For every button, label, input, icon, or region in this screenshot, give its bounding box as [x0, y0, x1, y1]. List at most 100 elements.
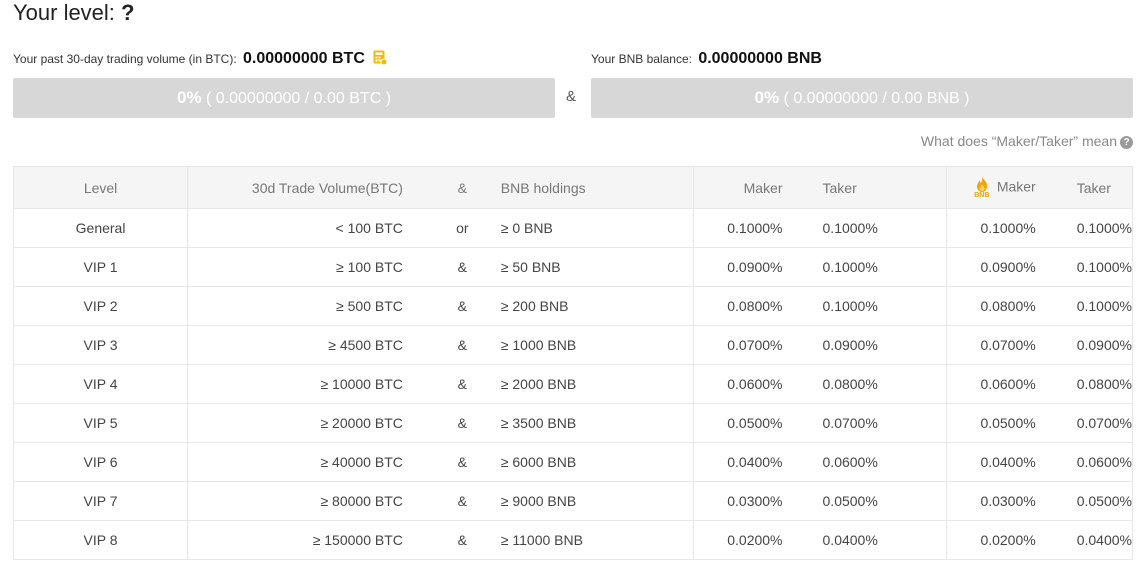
row-operator: & — [423, 442, 501, 482]
volume-progress-bar: 0% ( 0.00000000 / 0.00 BTC ) — [13, 78, 555, 118]
row-volume: < 100 BTC — [187, 208, 424, 248]
row-volume: ≥ 80000 BTC — [187, 481, 424, 521]
row-maker-fee: 0.0400% — [693, 442, 783, 482]
bnb-label: Your BNB balance: — [591, 52, 692, 66]
row-volume: ≥ 20000 BTC — [187, 403, 424, 443]
row-operator: & — [423, 325, 501, 365]
fee-schedule-table: Level 30d Trade Volume(BTC) & BNB holdin… — [13, 166, 1133, 560]
row-maker-fee: 0.0700% — [693, 325, 783, 365]
row-maker-fee: 0.0300% — [693, 481, 783, 521]
row-bnb-taker-fee: 0.0500% — [1035, 481, 1133, 521]
row-volume: ≥ 500 BTC — [187, 286, 424, 326]
row-level: VIP 2 — [13, 286, 189, 326]
row-taker-fee: 0.0400% — [782, 520, 948, 560]
row-volume: ≥ 40000 BTC — [187, 442, 424, 482]
bnb-value: 0.00000000 BNB — [698, 50, 822, 67]
row-bnb-taker-fee: 0.0900% — [1035, 325, 1133, 365]
row-bnb-taker-fee: 0.1000% — [1035, 286, 1133, 326]
row-volume: ≥ 4500 BTC — [187, 325, 424, 365]
row-level: General — [13, 208, 189, 248]
level-label: Your level: — [13, 0, 115, 25]
row-taker-fee: 0.1000% — [782, 208, 948, 248]
row-bnb-holdings: ≥ 2000 BNB — [500, 364, 695, 404]
header-taker: Taker — [782, 166, 948, 209]
row-bnb-holdings: ≥ 50 BNB — [500, 247, 695, 287]
header-level: Level — [13, 166, 189, 209]
row-bnb-maker-fee: 0.0500% — [946, 403, 1036, 443]
question-icon[interactable]: ? — [1120, 136, 1133, 149]
row-bnb-taker-fee: 0.0600% — [1035, 442, 1133, 482]
header-volume: 30d Trade Volume(BTC) — [187, 166, 424, 209]
page-title: Your level: ? — [13, 0, 135, 26]
row-bnb-taker-fee: 0.0400% — [1035, 520, 1133, 560]
header-maker: Maker — [693, 166, 783, 209]
maker-taker-help-link[interactable]: What does “Maker/Taker” mean? — [921, 133, 1133, 149]
header-bnb-maker-label: Maker — [996, 178, 1036, 195]
header-operator: & — [423, 166, 501, 209]
row-volume: ≥ 100 BTC — [187, 247, 424, 287]
bnb-flame-icon: BNB — [973, 175, 991, 201]
row-operator: or — [423, 208, 501, 248]
row-level: VIP 7 — [13, 481, 189, 521]
fee-table-body: General < 100 BTC or ≥ 0 BNB 0.1000% 0.1000% 0… — [13, 208, 1133, 560]
row-bnb-maker-fee: 0.0600% — [946, 364, 1036, 404]
row-operator: & — [423, 286, 501, 326]
row-bnb-taker-fee: 0.0700% — [1035, 403, 1133, 443]
row-maker-fee: 0.0500% — [693, 403, 783, 443]
row-bnb-taker-fee: 0.1000% — [1035, 247, 1133, 287]
level-value: ? — [121, 0, 135, 25]
row-taker-fee: 0.0800% — [782, 364, 948, 404]
row-volume: ≥ 10000 BTC — [187, 364, 424, 404]
volume-label: Your past 30-day trading volume (in BTC)… — [13, 52, 237, 66]
row-level: VIP 5 — [13, 403, 189, 443]
row-taker-fee: 0.0600% — [782, 442, 948, 482]
row-bnb-holdings: ≥ 1000 BNB — [500, 325, 695, 365]
row-level: VIP 3 — [13, 325, 189, 365]
row-operator: & — [423, 481, 501, 521]
row-bnb-taker-fee: 0.1000% — [1035, 208, 1133, 248]
row-level: VIP 8 — [13, 520, 189, 560]
row-bnb-holdings: ≥ 0 BNB — [500, 208, 695, 248]
table-header-row: Level 30d Trade Volume(BTC) & BNB holdin… — [13, 166, 1133, 209]
bnb-progress-detail: ( 0.00000000 / 0.00 BNB ) — [783, 90, 970, 107]
help-link-text[interactable]: What does “Maker/Taker” mean — [921, 133, 1117, 149]
header-bnb-maker: BNB Maker — [946, 166, 1036, 209]
volume-progress-detail: ( 0.00000000 / 0.00 BTC ) — [206, 90, 392, 107]
row-bnb-holdings: ≥ 9000 BNB — [500, 481, 695, 521]
row-bnb-holdings: ≥ 3500 BNB — [500, 403, 695, 443]
row-volume: ≥ 150000 BTC — [187, 520, 424, 560]
table-row: General < 100 BTC or ≥ 0 BNB 0.1000% 0.1000% 0… — [13, 208, 1133, 248]
row-taker-fee: 0.0500% — [782, 481, 948, 521]
row-maker-fee: 0.0800% — [693, 286, 783, 326]
row-maker-fee: 0.0900% — [693, 247, 783, 287]
row-bnb-maker-fee: 0.0400% — [946, 442, 1036, 482]
volume-value: 0.00000000 BTC — [243, 50, 365, 67]
row-maker-fee: 0.1000% — [693, 208, 783, 248]
row-maker-fee: 0.0200% — [693, 520, 783, 560]
table-row: VIP 3 ≥ 4500 BTC & ≥ 1000 BNB 0.0700% 0.0900%… — [13, 325, 1133, 365]
volume-metric: Your past 30-day trading volume (in BTC)… — [13, 49, 388, 69]
row-operator: & — [423, 247, 501, 287]
header-bnb-taker: Taker — [1035, 166, 1133, 209]
table-row: VIP 4 ≥ 10000 BTC & ≥ 2000 BNB 0.0600% 0.0800… — [13, 364, 1133, 404]
header-bnb-holdings: BNB holdings — [500, 166, 695, 209]
row-bnb-maker-fee: 0.0300% — [946, 481, 1036, 521]
table-row: VIP 7 ≥ 80000 BTC & ≥ 9000 BNB 0.0300% 0.0500… — [13, 481, 1133, 521]
bnb-metric: Your BNB balance: 0.00000000 BNB — [591, 49, 822, 69]
bnb-progress-bar: 0% ( 0.00000000 / 0.00 BNB ) — [591, 78, 1133, 118]
table-row: VIP 6 ≥ 40000 BTC & ≥ 6000 BNB 0.0400% 0.0600… — [13, 442, 1133, 482]
table-row: VIP 8 ≥ 150000 BTC & ≥ 11000 BNB 0.0200% 0.04… — [13, 520, 1133, 560]
row-operator: & — [423, 403, 501, 443]
row-operator: & — [423, 364, 501, 404]
and-connector: & — [566, 88, 577, 105]
bnb-badge-label: BNB — [974, 191, 990, 199]
row-taker-fee: 0.0900% — [782, 325, 948, 365]
row-taker-fee: 0.1000% — [782, 247, 948, 287]
calculator-icon[interactable] — [373, 50, 388, 66]
row-bnb-holdings: ≥ 11000 BNB — [500, 520, 695, 560]
row-maker-fee: 0.0600% — [693, 364, 783, 404]
row-level: VIP 4 — [13, 364, 189, 404]
row-bnb-holdings: ≥ 200 BNB — [500, 286, 695, 326]
bnb-progress-percent: 0% — [754, 88, 780, 107]
row-level: VIP 1 — [13, 247, 189, 287]
